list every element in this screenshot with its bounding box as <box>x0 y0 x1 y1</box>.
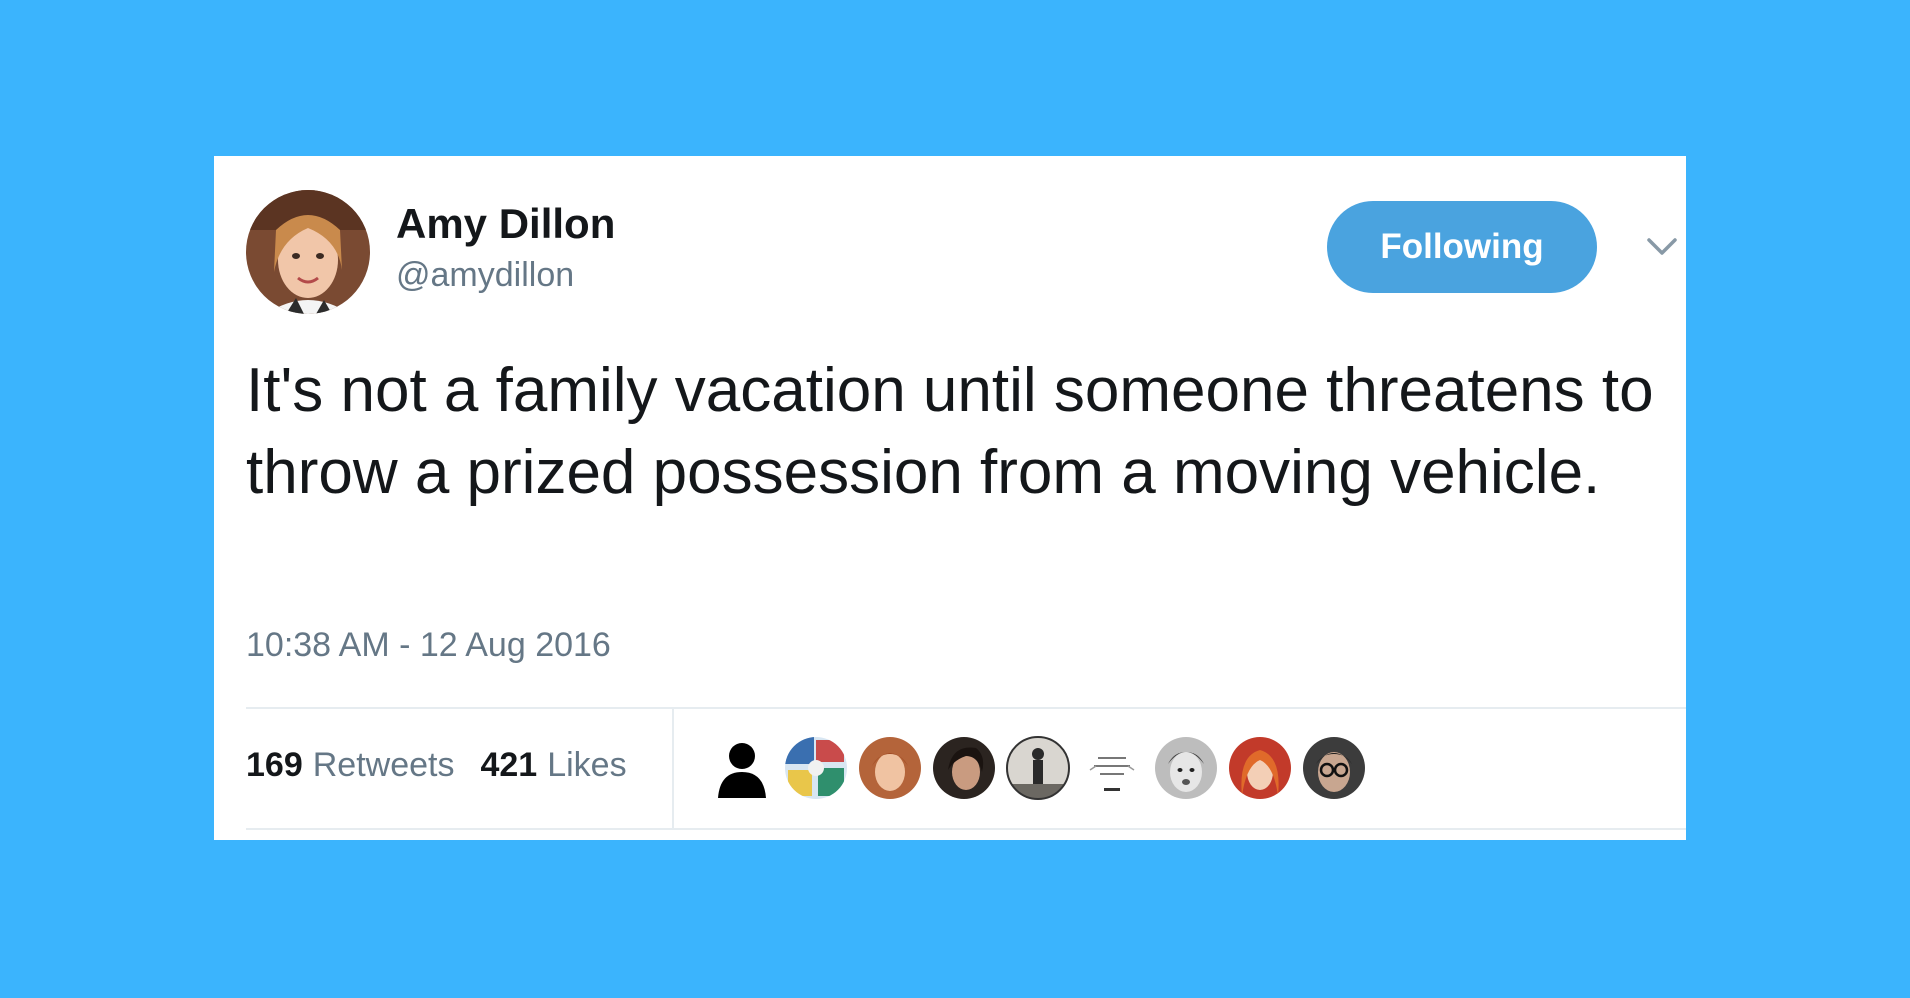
retweets-count: 169 <box>246 746 303 784</box>
tweet-stats: 169 Retweets 421 Likes <box>246 746 627 785</box>
sketch-text-avatar[interactable] <box>1080 736 1144 800</box>
divider <box>246 828 1686 830</box>
author-avatar[interactable] <box>246 190 370 314</box>
retweets-stat[interactable]: 169 Retweets <box>246 746 454 785</box>
likes-count: 421 <box>480 746 538 784</box>
glasses-face-avatar[interactable] <box>1302 736 1366 800</box>
author-handle[interactable]: @amydillon <box>396 256 574 295</box>
stats-divider <box>672 709 674 828</box>
tweet-card: Amy Dillon @amydillon Following It's not… <box>214 156 1686 840</box>
likes-label: Likes <box>547 746 627 784</box>
chevron-down-icon[interactable] <box>1645 234 1679 260</box>
divider <box>246 707 1686 709</box>
tweet-text: It's not a family vacation until someone… <box>246 356 1654 507</box>
retweets-label: Retweets <box>312 746 455 784</box>
tweet-timestamp[interactable]: 10:38 AM - 12 Aug 2016 <box>246 626 611 665</box>
colorful-collage-avatar[interactable] <box>784 736 848 800</box>
default-silhouette-avatar[interactable] <box>710 736 774 800</box>
red-hair-avatar[interactable] <box>1228 736 1292 800</box>
bw-face-avatar[interactable] <box>1154 736 1218 800</box>
bw-figure-avatar[interactable] <box>1006 736 1070 800</box>
likes-stat[interactable]: 421 Likes <box>480 746 626 785</box>
author-name[interactable]: Amy Dillon <box>396 200 615 248</box>
redhead-avatar[interactable] <box>858 736 922 800</box>
following-button[interactable]: Following <box>1327 201 1597 293</box>
dark-hair-avatar[interactable] <box>932 736 996 800</box>
